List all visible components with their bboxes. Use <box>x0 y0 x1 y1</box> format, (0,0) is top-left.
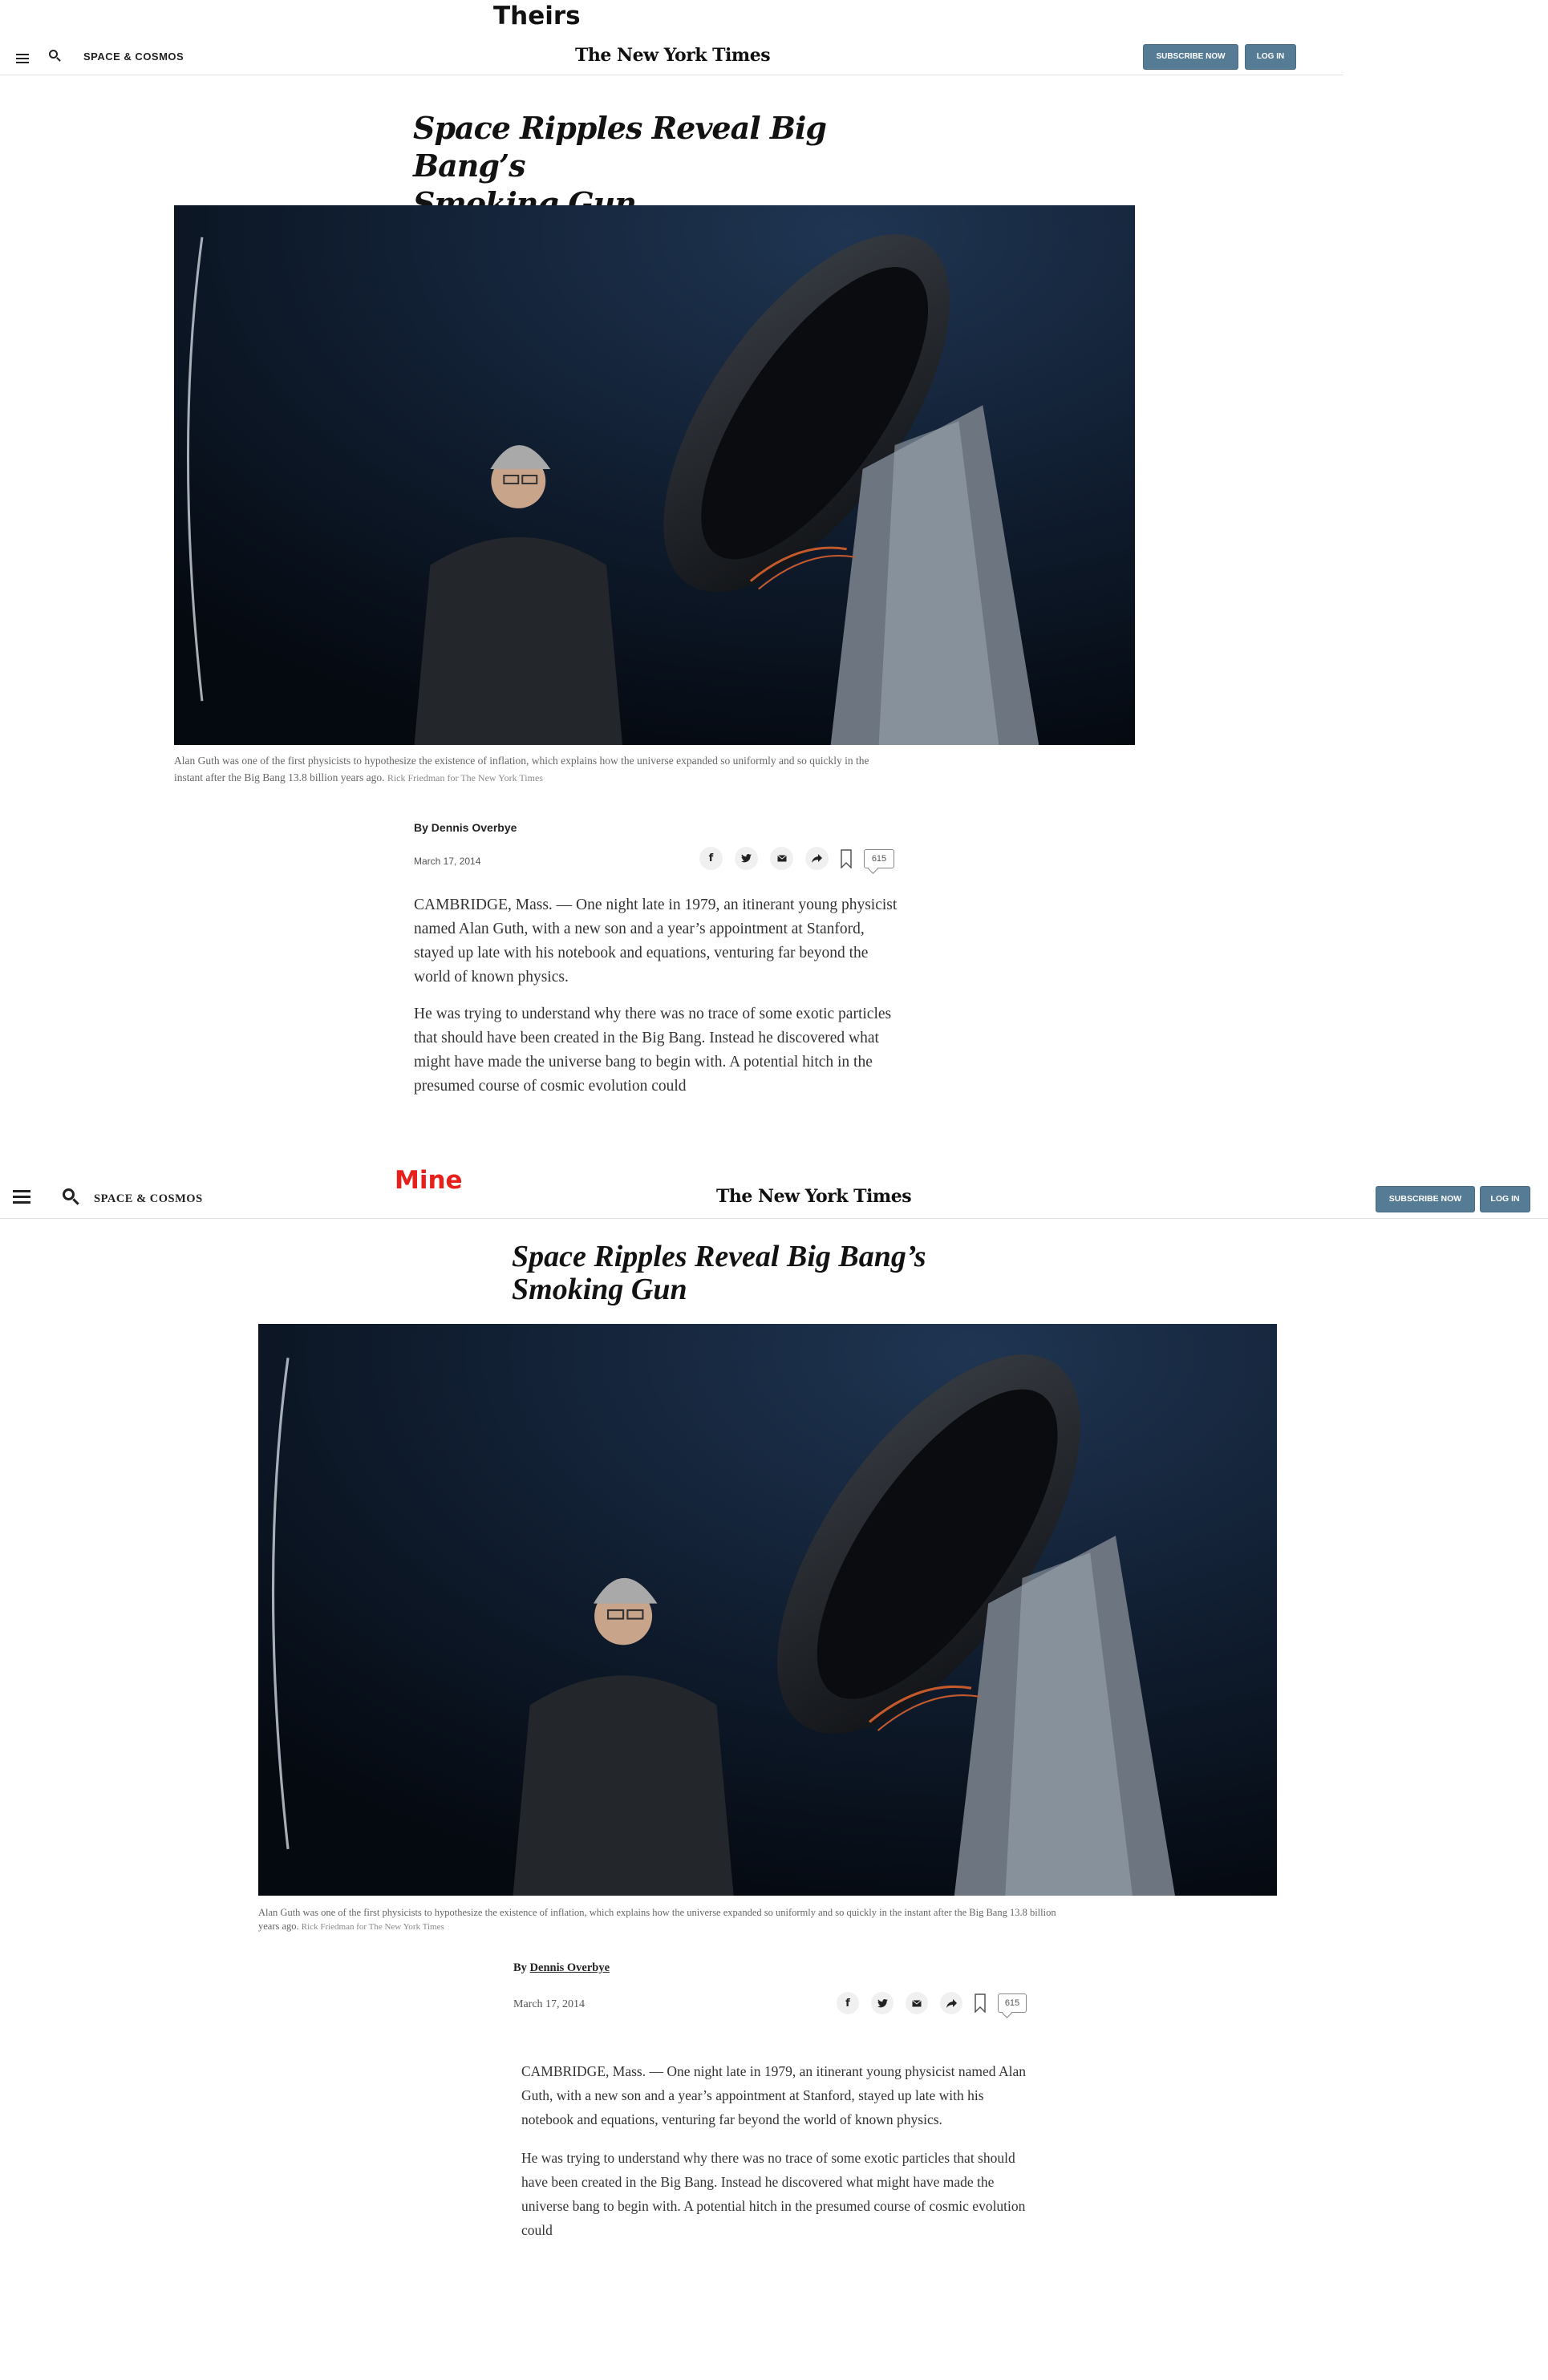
telescope-photo-image <box>258 1324 1277 1896</box>
email-icon[interactable] <box>906 1992 928 2014</box>
subscribe-button[interactable]: SUBSCRIBE NOW <box>1376 1186 1475 1212</box>
paragraph: He was trying to understand why there wa… <box>414 1006 892 1095</box>
publish-date: March 17, 2014 <box>414 856 481 867</box>
login-button[interactable]: LOG IN <box>1480 1186 1530 1212</box>
byline: By Dennis Overbye <box>513 1961 610 1975</box>
nyt-logo[interactable]: The New York Times <box>575 45 771 66</box>
headline-line-1: Space Ripples Reveal Big Bang’s <box>512 1240 926 1273</box>
photo-credit: Rick Friedman for The New York Times <box>301 1922 444 1932</box>
twitter-icon[interactable] <box>735 847 758 870</box>
share-toolbar: f 615 <box>837 1992 1027 2014</box>
share-icon[interactable] <box>940 1992 962 2014</box>
share-toolbar: f 615 <box>699 847 894 870</box>
article-body: CAMBRIDGE, Mass. — One night late in 197… <box>521 2059 1027 2250</box>
facebook-icon[interactable]: f <box>699 847 723 870</box>
comments-icon[interactable]: 615 <box>864 848 894 868</box>
byline: By Dennis Overbye <box>414 821 517 834</box>
lead-photo <box>174 205 1135 745</box>
email-icon[interactable] <box>770 847 793 870</box>
masthead: SPACE & COSMOS The New York Times SUBSCR… <box>0 1179 1548 1219</box>
headline-line-1: Space Ripples Reveal Big Bang’s <box>413 110 827 184</box>
byline-prefix: By <box>513 1961 527 1974</box>
photo-caption: Alan Guth was one of the first physicist… <box>174 752 880 787</box>
photo-caption: Alan Guth was one of the first physicist… <box>258 1906 1060 1934</box>
lead-photo <box>258 1324 1277 1896</box>
share-icon[interactable] <box>805 847 829 870</box>
byline-prefix: By <box>414 821 428 834</box>
nyt-logo[interactable]: The New York Times <box>716 1186 912 1207</box>
comments-icon[interactable]: 615 <box>998 1993 1027 2013</box>
masthead: SPACE & COSMOS The New York Times SUBSCR… <box>0 32 1343 75</box>
paragraph: CAMBRIDGE, Mass. — One night late in 197… <box>521 2063 1026 2127</box>
section-link[interactable]: SPACE & COSMOS <box>83 51 184 63</box>
telescope-photo-image <box>174 205 1135 745</box>
twitter-icon[interactable] <box>871 1992 894 2014</box>
article-headline: Space Ripples Reveal Big Bang’s Smoking … <box>512 1241 1073 1306</box>
publish-date: March 17, 2014 <box>513 1998 586 2010</box>
article-body: CAMBRIDGE, Mass. — One night late in 197… <box>414 893 903 1100</box>
hamburger-menu-icon[interactable] <box>13 1190 30 1207</box>
hamburger-menu-icon[interactable] <box>16 54 29 66</box>
bookmark-icon[interactable] <box>975 1993 986 2014</box>
headline-line-2: Smoking Gun <box>512 1273 687 1306</box>
search-icon[interactable] <box>49 50 62 63</box>
author-link[interactable]: Dennis Overbye <box>432 821 517 834</box>
paragraph: He was trying to understand why there wa… <box>521 2150 1026 2238</box>
subscribe-button[interactable]: SUBSCRIBE NOW <box>1143 44 1238 70</box>
section-link[interactable]: SPACE & COSMOS <box>94 1192 203 1206</box>
theirs-label: Theirs <box>493 2 581 30</box>
photo-credit: Rick Friedman for The New York Times <box>387 772 543 783</box>
author-link[interactable]: Dennis Overbye <box>530 1961 610 1974</box>
search-icon[interactable] <box>63 1188 80 1206</box>
facebook-icon[interactable]: f <box>837 1992 859 2014</box>
paragraph: CAMBRIDGE, Mass. — One night late in 197… <box>414 897 898 986</box>
bookmark-icon[interactable] <box>841 848 852 869</box>
login-button[interactable]: LOG IN <box>1245 44 1296 70</box>
